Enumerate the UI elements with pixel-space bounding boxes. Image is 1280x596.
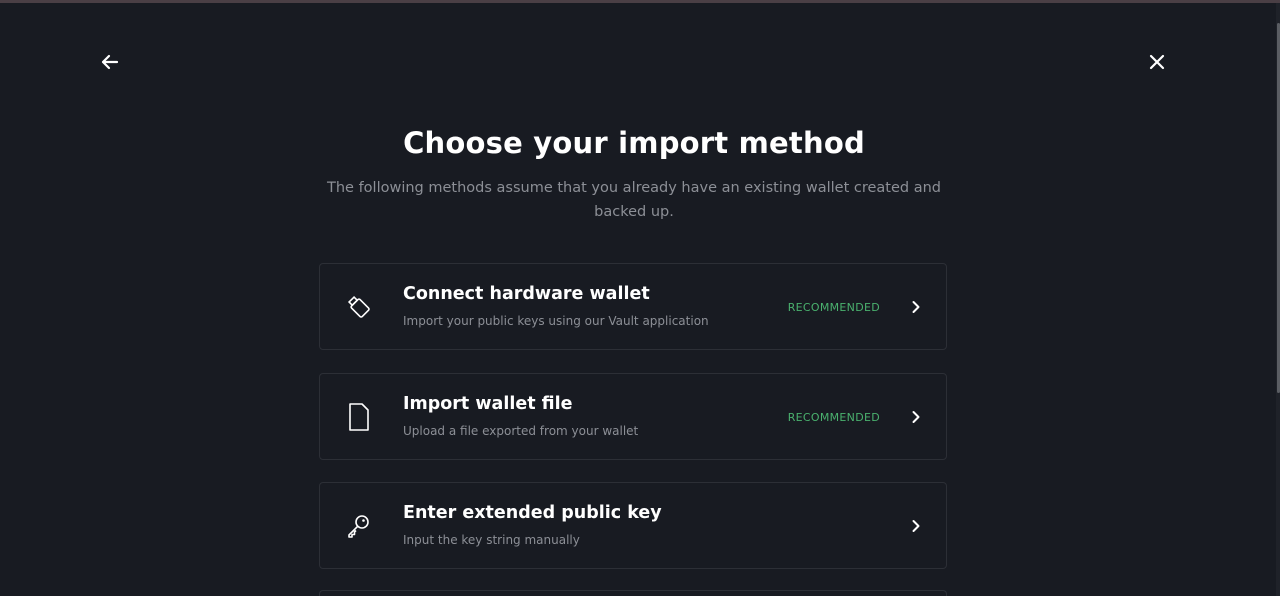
chevron-right-icon bbox=[906, 406, 926, 428]
chevron-right-icon bbox=[906, 515, 926, 537]
recommended-badge: RECOMMENDED bbox=[787, 411, 880, 424]
method-title: Import wallet file bbox=[403, 394, 573, 414]
method-description: Import your public keys using our Vault … bbox=[403, 314, 709, 328]
key-icon bbox=[344, 511, 374, 541]
method-description: Upload a file exported from your wallet bbox=[403, 424, 639, 438]
method-card-wallet-file[interactable]: Import wallet file Upload a file exporte… bbox=[319, 373, 947, 460]
usb-device-icon bbox=[344, 292, 374, 322]
recommended-badge: RECOMMENDED bbox=[787, 301, 880, 314]
page-title: Choose your import method bbox=[403, 126, 865, 160]
close-icon bbox=[1149, 54, 1165, 70]
method-card-partial[interactable] bbox=[319, 590, 947, 596]
method-card-extended-public-key[interactable]: Enter extended public key Input the key … bbox=[319, 482, 947, 569]
method-title: Enter extended public key bbox=[403, 503, 662, 523]
method-title: Connect hardware wallet bbox=[403, 284, 650, 304]
window-top-border bbox=[0, 0, 1280, 3]
file-icon bbox=[344, 402, 374, 432]
method-description: Input the key string manually bbox=[403, 533, 580, 547]
chevron-right-icon bbox=[906, 296, 926, 318]
page-subtitle: The following methods assume that you al… bbox=[327, 180, 941, 220]
back-button[interactable] bbox=[94, 46, 126, 78]
arrow-left-icon bbox=[101, 54, 119, 70]
close-button[interactable] bbox=[1141, 46, 1173, 78]
method-card-hardware-wallet[interactable]: Connect hardware wallet Import your publ… bbox=[319, 263, 947, 350]
scrollbar-track[interactable] bbox=[1276, 3, 1280, 596]
